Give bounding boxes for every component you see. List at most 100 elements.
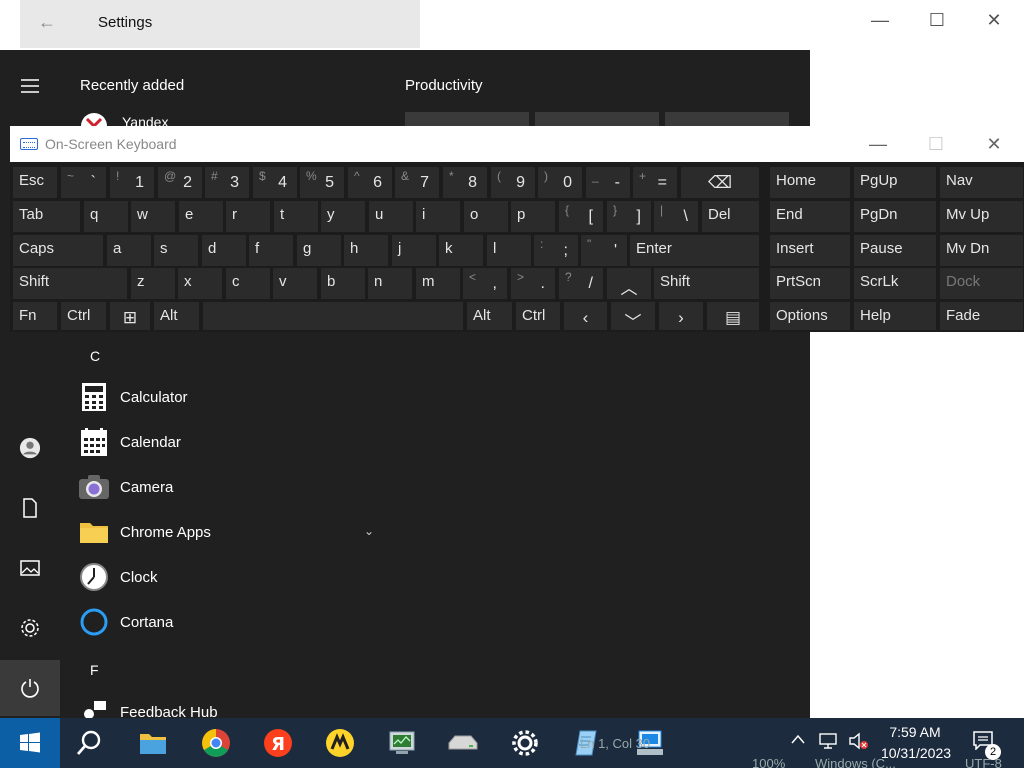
yandex-market-button[interactable]: [320, 723, 360, 763]
key-c[interactable]: c: [225, 267, 271, 300]
key-esc[interactable]: Esc: [12, 166, 58, 199]
key-y[interactable]: y: [320, 200, 366, 233]
key-right[interactable]: ›: [658, 301, 704, 331]
key-f[interactable]: f: [248, 234, 294, 267]
key-quote[interactable]: " ': [580, 234, 628, 267]
key-backslash[interactable]: | \: [653, 200, 699, 233]
osk-close-button[interactable]: ✕: [979, 134, 1009, 155]
hamburger-menu-button[interactable]: [0, 58, 60, 114]
key-pause[interactable]: Pause: [853, 234, 937, 267]
key-v[interactable]: v: [272, 267, 318, 300]
search-button[interactable]: [70, 723, 110, 763]
key-space[interactable]: [202, 301, 464, 331]
taskbar-clock-date[interactable]: 10/31/2023: [876, 745, 956, 761]
key-nav[interactable]: Nav: [939, 166, 1024, 199]
minimize-button[interactable]: —: [865, 10, 895, 31]
letter-heading-c[interactable]: C: [90, 348, 100, 364]
key-del[interactable]: Del: [701, 200, 760, 233]
key-caps[interactable]: Caps: [12, 234, 104, 267]
key-fade[interactable]: Fade: [939, 301, 1024, 331]
key-z[interactable]: z: [130, 267, 176, 300]
key-b[interactable]: b: [320, 267, 366, 300]
key-q[interactable]: q: [83, 200, 129, 233]
key-home[interactable]: Home: [769, 166, 851, 199]
account-button[interactable]: [0, 420, 60, 476]
key-m[interactable]: m: [415, 267, 461, 300]
key-9[interactable]: (9: [490, 166, 536, 199]
key-ctrl-left[interactable]: Ctrl: [60, 301, 107, 331]
key-1[interactable]: ! 1: [109, 166, 155, 199]
key-t[interactable]: t: [273, 200, 319, 233]
key-win[interactable]: ⊞: [109, 301, 151, 331]
chevron-down-icon[interactable]: ⌄: [364, 524, 374, 538]
taskbar-clock-time[interactable]: 7:59 AM: [880, 724, 950, 740]
key-end[interactable]: End: [769, 200, 851, 233]
app-clock[interactable]: Clock: [78, 557, 388, 597]
key-up[interactable]: ︿: [606, 267, 652, 300]
key-rbracket[interactable]: }]: [606, 200, 652, 233]
key-l[interactable]: l: [486, 234, 532, 267]
key-a[interactable]: a: [106, 234, 152, 267]
power-button[interactable]: [0, 660, 60, 716]
key-pgdn[interactable]: PgDn: [853, 200, 937, 233]
key-lbracket[interactable]: {[: [558, 200, 604, 233]
key-alt-left[interactable]: Alt: [153, 301, 200, 331]
key-tab[interactable]: Tab: [12, 200, 81, 233]
key-insert[interactable]: Insert: [769, 234, 851, 267]
maximize-button[interactable]: ☐: [922, 10, 952, 31]
app-calendar[interactable]: Calendar: [78, 422, 388, 462]
key-lshift[interactable]: Shift: [12, 267, 128, 300]
key-5[interactable]: % 5: [299, 166, 345, 199]
key-0[interactable]: ) 0: [537, 166, 583, 199]
key-n[interactable]: n: [367, 267, 413, 300]
key-8[interactable]: * 8: [442, 166, 488, 199]
letter-heading-f[interactable]: F: [90, 662, 99, 678]
pictures-button[interactable]: [0, 540, 60, 596]
key-period[interactable]: >.: [510, 267, 556, 300]
key-scrlk[interactable]: ScrLk: [853, 267, 937, 300]
volume-button[interactable]: [848, 732, 870, 753]
key-r[interactable]: r: [225, 200, 271, 233]
key-slash[interactable]: ? /: [558, 267, 604, 300]
key-alt-right[interactable]: Alt: [466, 301, 513, 331]
key-s[interactable]: s: [153, 234, 199, 267]
key-e[interactable]: e: [178, 200, 224, 233]
app-chrome-apps[interactable]: Chrome Apps ⌄: [78, 512, 388, 552]
key-mv-dn[interactable]: Mv Dn: [939, 234, 1024, 267]
key-menu[interactable]: ▤: [706, 301, 760, 331]
app-calculator[interactable]: Calculator: [78, 377, 388, 417]
app-cortana[interactable]: Cortana: [78, 602, 388, 642]
key-6[interactable]: ^ 6: [347, 166, 393, 199]
key-2[interactable]: @2: [157, 166, 203, 199]
key-backspace[interactable]: ⌫: [680, 166, 760, 199]
network-button[interactable]: [818, 732, 838, 753]
show-hidden-icons-button[interactable]: [790, 732, 806, 748]
key-minus[interactable]: _ -: [585, 166, 631, 199]
key-enter[interactable]: Enter: [629, 234, 760, 267]
chrome-button[interactable]: [196, 723, 236, 763]
back-arrow-icon[interactable]: ←: [38, 12, 56, 33]
key-h[interactable]: h: [343, 234, 389, 267]
key-k[interactable]: k: [438, 234, 484, 267]
key-w[interactable]: w: [130, 200, 176, 233]
key-fn[interactable]: Fn: [12, 301, 58, 331]
key-4[interactable]: $4: [252, 166, 298, 199]
key-left[interactable]: ‹: [563, 301, 608, 331]
key-3[interactable]: #3: [204, 166, 250, 199]
key-tilde[interactable]: ~ `: [60, 166, 107, 199]
key-rshift[interactable]: Shift: [653, 267, 760, 300]
key-d[interactable]: d: [201, 234, 247, 267]
settings-rail-button[interactable]: [0, 600, 60, 656]
key-p[interactable]: p: [510, 200, 556, 233]
key-7[interactable]: & 7: [394, 166, 440, 199]
file-explorer-button[interactable]: [133, 723, 173, 763]
settings-taskbar-button[interactable]: [505, 723, 545, 763]
key-x[interactable]: x: [177, 267, 223, 300]
key-pgup[interactable]: PgUp: [853, 166, 937, 199]
key-j[interactable]: j: [391, 234, 437, 267]
yandex-browser-button[interactable]: Я: [258, 723, 298, 763]
key-down[interactable]: ﹀: [610, 301, 656, 332]
key-comma[interactable]: <,: [462, 267, 508, 300]
key-help[interactable]: Help: [853, 301, 937, 331]
documents-button[interactable]: [0, 480, 60, 536]
